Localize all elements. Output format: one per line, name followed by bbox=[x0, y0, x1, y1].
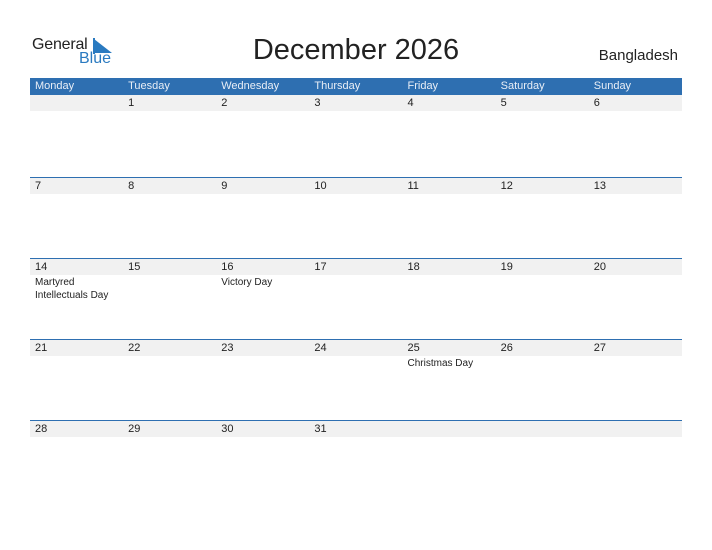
events-row: Christmas Day bbox=[30, 356, 682, 370]
day-number: 11 bbox=[407, 180, 419, 192]
day-number: 15 bbox=[128, 261, 141, 273]
day-number bbox=[403, 421, 496, 437]
day-number: 21 bbox=[35, 342, 48, 354]
week-row: 7 8 9 10 11 12 13 bbox=[30, 177, 682, 258]
day-number: 3 bbox=[314, 97, 321, 109]
holiday-label: Martyred Intellectuals Day bbox=[35, 277, 109, 301]
events-row bbox=[30, 194, 682, 195]
week-row: 21 22 23 24 25 26 27 Christmas Day bbox=[30, 339, 682, 420]
day-number: 1 bbox=[128, 97, 135, 109]
holiday-label bbox=[123, 275, 216, 302]
day-number: 27 bbox=[593, 342, 606, 354]
day-number: 5 bbox=[500, 97, 507, 109]
day-number: 14 bbox=[35, 261, 48, 273]
week-row: 1 2 3 4 5 6 bbox=[30, 95, 682, 177]
day-number: 23 bbox=[221, 342, 234, 354]
events-row: Martyred Intellectuals Day Victory Day bbox=[30, 275, 682, 302]
weekday-saturday: Saturday bbox=[500, 80, 545, 92]
day-number: 2 bbox=[221, 97, 228, 109]
holiday-label bbox=[496, 275, 589, 302]
calendar-grid: Monday Tuesday Wednesday Thursday Friday… bbox=[30, 78, 682, 501]
weekday-friday: Friday bbox=[407, 80, 439, 92]
day-number: 28 bbox=[35, 423, 48, 435]
date-strip: 14 15 16 17 18 19 20 bbox=[30, 259, 682, 275]
date-strip: 1 2 3 4 5 6 bbox=[30, 95, 682, 111]
day-number bbox=[496, 421, 589, 437]
day-number: 8 bbox=[128, 180, 135, 192]
country-label: Bangladesh bbox=[598, 47, 678, 64]
day-number bbox=[30, 95, 123, 111]
day-number: 25 bbox=[407, 342, 420, 354]
holiday-label: Christmas Day bbox=[407, 358, 474, 369]
holiday-label bbox=[589, 356, 682, 370]
weekday-thursday: Thursday bbox=[314, 80, 361, 92]
weekday-tuesday: Tuesday bbox=[128, 80, 170, 92]
weekday-sunday: Sunday bbox=[593, 80, 632, 92]
date-strip: 21 22 23 24 25 26 27 bbox=[30, 340, 682, 356]
weekday-monday: Monday bbox=[35, 80, 75, 92]
events-row bbox=[30, 437, 682, 438]
events-row bbox=[30, 111, 682, 112]
holiday-label bbox=[496, 194, 589, 195]
day-number: 31 bbox=[314, 423, 327, 435]
day-number: 20 bbox=[593, 261, 606, 273]
holiday-label bbox=[496, 437, 589, 438]
day-number: 10 bbox=[314, 180, 327, 192]
holiday-label bbox=[30, 111, 123, 112]
holiday-label bbox=[403, 111, 496, 112]
holiday-label bbox=[496, 111, 589, 112]
holiday-label bbox=[403, 194, 496, 195]
holiday-label bbox=[309, 194, 402, 195]
weekday-wednesday: Wednesday bbox=[221, 80, 280, 92]
holiday-label: Victory Day bbox=[221, 277, 273, 288]
date-strip: 7 8 9 10 11 12 13 bbox=[30, 178, 682, 194]
holiday-label bbox=[123, 356, 216, 370]
holiday-label bbox=[309, 356, 402, 370]
day-number: 17 bbox=[314, 261, 327, 273]
holiday-label bbox=[123, 194, 216, 195]
holiday-label bbox=[216, 194, 309, 195]
holiday-label bbox=[30, 437, 123, 438]
week-row: 14 15 16 17 18 19 20 Martyred Intellectuals Day… bbox=[30, 258, 682, 339]
holiday-label bbox=[309, 275, 402, 302]
day-number: 22 bbox=[128, 342, 141, 354]
holiday-label bbox=[589, 275, 682, 302]
date-strip: 28 29 30 31 bbox=[30, 421, 682, 437]
holiday-label bbox=[123, 111, 216, 112]
day-number: 29 bbox=[128, 423, 141, 435]
day-number: 16 bbox=[221, 261, 234, 273]
day-number: 12 bbox=[500, 180, 513, 192]
holiday-label bbox=[403, 275, 496, 302]
holiday-label bbox=[589, 437, 682, 438]
day-number: 19 bbox=[500, 261, 513, 273]
holiday-label bbox=[216, 356, 309, 370]
holiday-label bbox=[589, 111, 682, 112]
holiday-label bbox=[216, 111, 309, 112]
holiday-label bbox=[30, 356, 123, 370]
holiday-label bbox=[30, 194, 123, 195]
day-number bbox=[589, 421, 682, 437]
day-number: 4 bbox=[407, 97, 414, 109]
holiday-label bbox=[123, 437, 216, 438]
day-number: 13 bbox=[593, 180, 606, 192]
day-number: 24 bbox=[314, 342, 327, 354]
day-number: 30 bbox=[221, 423, 234, 435]
day-number: 18 bbox=[407, 261, 420, 273]
week-row: 28 29 30 31 bbox=[30, 420, 682, 501]
day-number: 6 bbox=[593, 97, 600, 109]
holiday-label bbox=[309, 437, 402, 438]
day-number: 9 bbox=[221, 180, 228, 192]
holiday-label bbox=[589, 194, 682, 195]
holiday-label bbox=[403, 437, 496, 438]
day-number: 7 bbox=[35, 180, 42, 192]
holiday-label bbox=[309, 111, 402, 112]
holiday-label bbox=[216, 437, 309, 438]
holiday-label bbox=[496, 356, 589, 370]
day-number: 26 bbox=[500, 342, 513, 354]
weekday-header: Monday Tuesday Wednesday Thursday Friday… bbox=[30, 78, 682, 95]
